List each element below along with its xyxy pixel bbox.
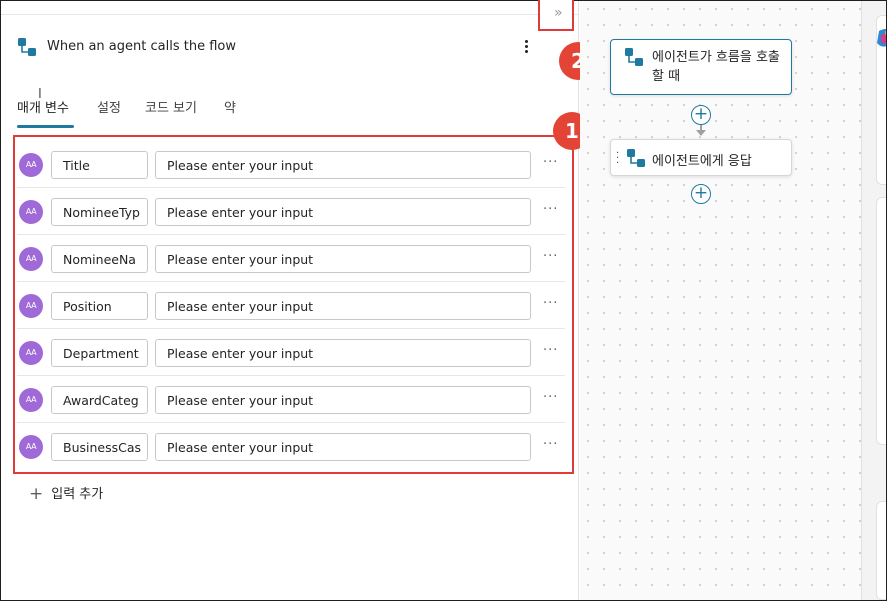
text-type-avatar: AA [19, 153, 43, 177]
respond-node[interactable]: · · · 에이전트에게 응답 [610, 139, 792, 176]
row-more-icon[interactable]: ··· [543, 155, 558, 170]
more-options-icon[interactable] [519, 39, 533, 55]
row-more-icon[interactable]: ··· [543, 437, 558, 452]
row-more-icon[interactable]: ··· [543, 296, 558, 311]
side-card [876, 197, 886, 445]
flow-trigger-icon [626, 148, 646, 168]
side-card [876, 501, 886, 600]
parameter-name-input[interactable]: Department [51, 339, 148, 367]
row-more-icon[interactable]: ··· [543, 390, 558, 405]
row-more-icon[interactable]: ··· [543, 202, 558, 217]
add-input-label: 입력 추가 [51, 487, 104, 502]
tab-about[interactable]: 약 [224, 97, 236, 127]
flow-trigger-icon [17, 37, 37, 57]
add-step-button[interactable]: + [691, 105, 711, 125]
tab-parameters[interactable]: 매개 변수 [17, 97, 69, 127]
copilot-logo-icon [875, 27, 886, 49]
parameter-description-input[interactable]: Please enter your input [155, 386, 531, 414]
text-type-avatar: AA [19, 200, 43, 224]
parameter-name-input[interactable]: Title [51, 151, 148, 179]
row-more-icon[interactable]: ··· [543, 249, 558, 264]
parameter-name-input[interactable]: NomineeTyp [51, 198, 148, 226]
parameter-description-input[interactable]: Please enter your input [155, 245, 531, 273]
flow-designer-canvas[interactable]: 에이전트가 흐름을 호출할 때 + · · · 에이전트에게 응답 + [580, 1, 861, 600]
connector-arrow-icon [696, 130, 706, 136]
parameter-description-input[interactable]: Please enter your input [155, 198, 531, 226]
parameter-row: AA NomineeTyp Please enter your input ··… [17, 188, 565, 235]
parameter-name-input[interactable]: AwardCateg [51, 386, 148, 414]
plus-icon: + [29, 484, 44, 504]
text-type-avatar: AA [19, 435, 43, 459]
add-input-button[interactable]: + 입력 추가 [29, 483, 103, 504]
tab-code-view[interactable]: 코드 보기 [145, 97, 197, 127]
panel-header: When an agent calls the flow [1, 31, 579, 63]
parameter-row: AA BusinessCas Please enter your input ·… [17, 423, 565, 470]
tab-settings[interactable]: 설정 [97, 97, 121, 127]
parameter-name-input[interactable]: BusinessCas [51, 433, 148, 461]
panel-tabs: 매개 변수 설정 코드 보기 약 [17, 97, 577, 129]
parameter-description-input[interactable]: Please enter your input [155, 151, 531, 179]
text-type-avatar: AA [19, 247, 43, 271]
parameter-row: AA Title Please enter your input ··· [17, 141, 565, 188]
respond-node-label: 에이전트에게 응답 [652, 154, 752, 169]
parameter-row: AA Position Please enter your input ··· [17, 282, 565, 329]
parameter-row: AA AwardCateg Please enter your input ··… [17, 376, 565, 423]
parameter-row: AA Department Please enter your input ··… [17, 329, 565, 376]
flow-trigger-icon [624, 47, 644, 67]
parameter-name-input[interactable]: Position [51, 292, 148, 320]
collapse-panel-button[interactable]: » [538, 0, 574, 31]
parameters-list: AA Title Please enter your input ··· AA … [13, 135, 574, 474]
parameter-description-input[interactable]: Please enter your input [155, 292, 531, 320]
parameter-row: AA NomineeNa Please enter your input ··· [17, 235, 565, 282]
row-more-icon[interactable]: ··· [543, 343, 558, 358]
text-type-avatar: AA [19, 294, 43, 318]
text-type-avatar: AA [19, 341, 43, 365]
drag-handle-icon[interactable]: · · · [616, 149, 619, 169]
chevron-double-right-icon: » [554, 5, 563, 21]
parameter-name-input[interactable]: NomineeNa [51, 245, 148, 273]
text-type-avatar: AA [19, 388, 43, 412]
active-tab-indicator [17, 125, 74, 128]
panel-top-strip [1, 1, 579, 15]
panel-title: When an agent calls the flow [47, 39, 236, 54]
parameter-description-input[interactable]: Please enter your input [155, 339, 531, 367]
flow-trigger-panel: When an agent calls the flow » I 매개 변수 설… [1, 0, 579, 600]
add-step-button[interactable]: + [691, 184, 711, 204]
parameter-description-input[interactable]: Please enter your input [155, 433, 531, 461]
trigger-node[interactable]: 에이전트가 흐름을 호출할 때 [610, 39, 792, 95]
trigger-node-label: 에이전트가 흐름을 호출할 때 [652, 50, 780, 84]
